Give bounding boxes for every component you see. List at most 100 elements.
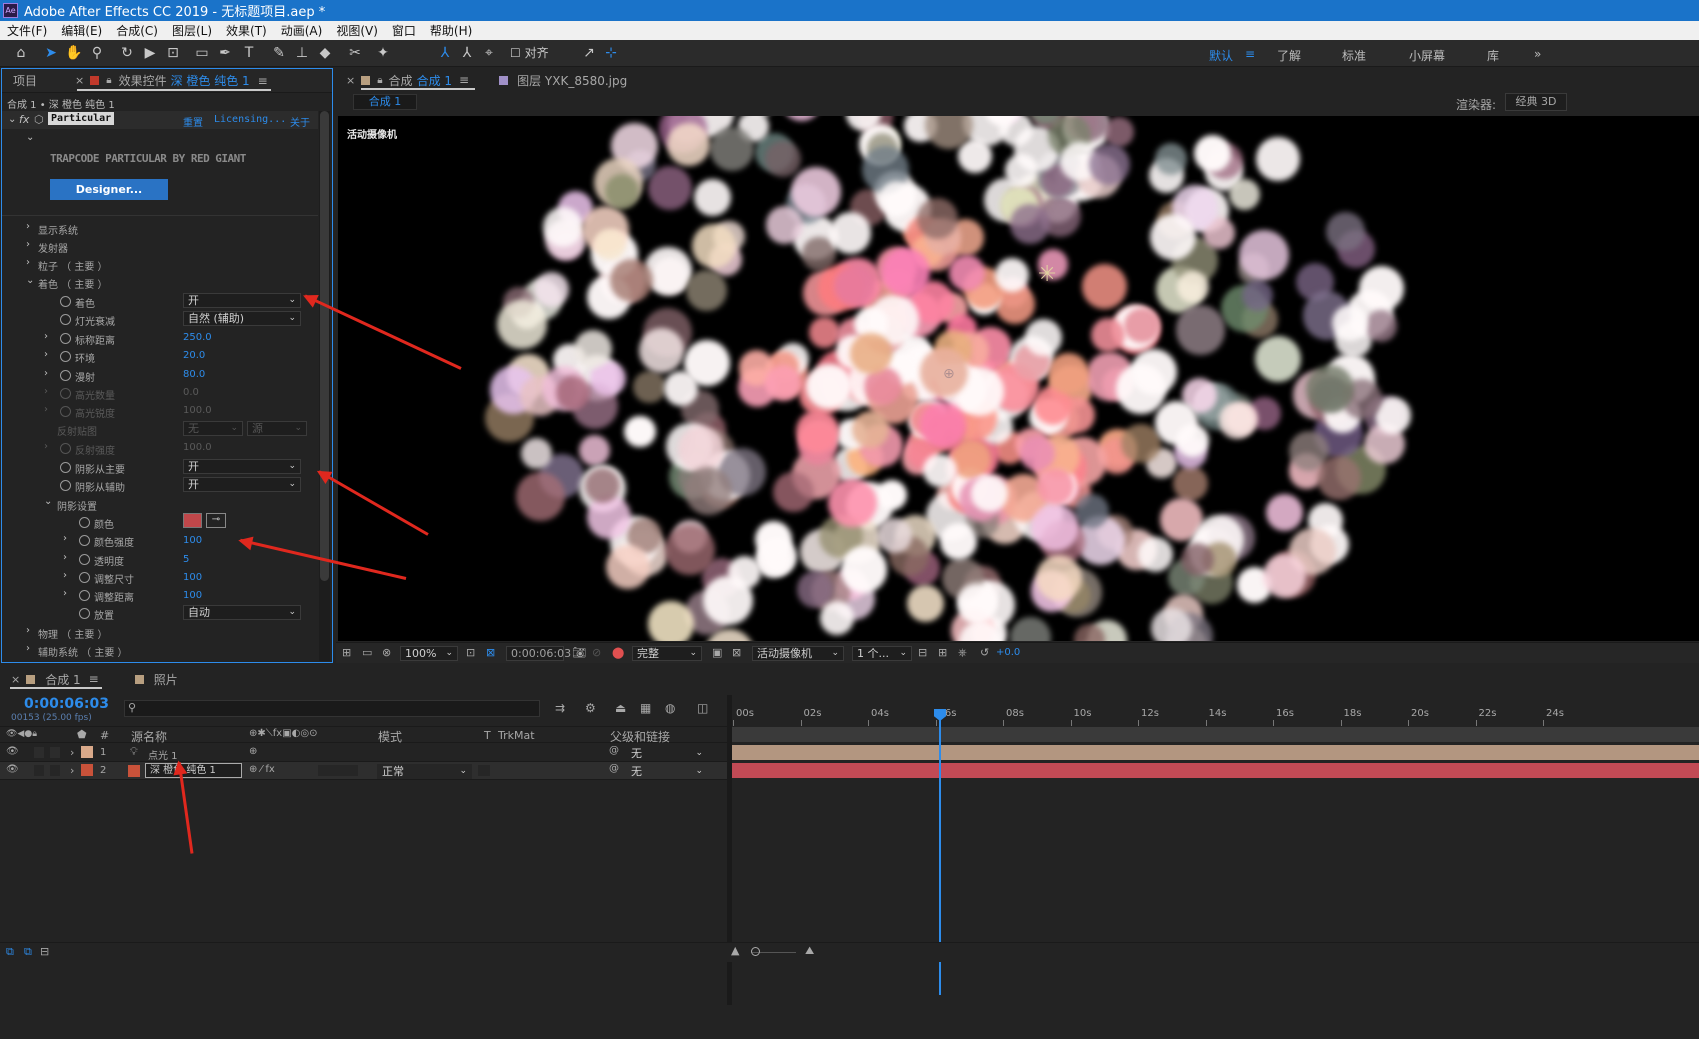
stopwatch-icon[interactable] — [60, 314, 71, 325]
expand-icon[interactable]: › — [63, 570, 67, 581]
snapshot-icon[interactable]: 📷︎ — [572, 646, 586, 659]
lock-icon[interactable]: 🔒︎ — [377, 75, 382, 86]
expand-icon[interactable]: › — [44, 349, 48, 360]
comp-navigator-tab[interactable]: 合成 1 — [353, 94, 417, 110]
tab-composition-name[interactable]: 合成 1 — [417, 72, 452, 89]
group-physics[interactable]: 物理 （ 主要 ） — [38, 626, 108, 641]
lock-icon[interactable]: 🔒︎ — [106, 75, 111, 86]
shadow-color-swatch[interactable] — [183, 513, 202, 528]
panel-menu-icon[interactable]: ≡ — [89, 672, 99, 686]
comp-mini-flowchart-icon[interactable]: ⇉ — [555, 701, 565, 715]
expand-icon[interactable]: › — [26, 643, 30, 654]
placement-dropdown[interactable]: 自动 ⌄ — [183, 605, 301, 620]
collapse-icon[interactable]: ⌄ — [44, 496, 52, 507]
stopwatch-icon[interactable] — [60, 480, 71, 491]
hand-tool-icon[interactable]: ✋ — [63, 43, 85, 63]
draft-3d-icon[interactable]: ⚙ — [585, 701, 596, 715]
stopwatch-icon[interactable] — [60, 370, 71, 381]
views-dropdown[interactable]: 1 个... ⌄ — [852, 646, 912, 661]
close-icon[interactable]: × — [75, 74, 84, 87]
preserve-transparency-switch[interactable] — [478, 765, 490, 776]
expand-icon[interactable]: › — [26, 239, 30, 250]
exposure-value[interactable]: +0.0 — [996, 647, 1020, 658]
scrollbar-thumb[interactable] — [320, 111, 329, 581]
header-source-name[interactable]: 源名称 — [131, 728, 167, 745]
tab-comp-1[interactable]: 合成 1 — [45, 671, 80, 688]
rotate-tool-icon[interactable]: ↻ — [116, 43, 138, 63]
camera-tool-icon[interactable]: ▶ — [139, 43, 161, 63]
blend-mode-dropdown[interactable]: 正常 ⌄ — [377, 764, 472, 779]
menu-animation[interactable]: 动画(A) — [274, 22, 330, 39]
menu-composition[interactable]: 合成(C) — [109, 22, 165, 39]
reset-exposure-icon[interactable]: ↺ — [980, 646, 989, 659]
ambient-value[interactable]: 20.0 — [183, 350, 205, 361]
menu-effect[interactable]: 效果(T) — [219, 22, 274, 39]
designer-button[interactable]: Designer... — [50, 179, 168, 200]
layer-name[interactable]: 点光 1 — [148, 747, 178, 762]
stopwatch-icon[interactable] — [60, 462, 71, 473]
label-color[interactable] — [81, 746, 93, 758]
group-particle[interactable]: 粒子 （ 主要 ） — [38, 258, 108, 273]
menu-view[interactable]: 视图(V) — [329, 22, 385, 39]
frame-blending-icon[interactable]: ▦ — [640, 701, 651, 715]
layer-bar-2[interactable] — [732, 763, 1699, 778]
expand-icon[interactable]: › — [70, 746, 74, 759]
menu-layer[interactable]: 图层(L) — [165, 22, 219, 39]
shy-icon[interactable]: ⏏ — [615, 701, 626, 715]
solo-switch[interactable] — [50, 747, 60, 758]
group-shading[interactable]: 着色 （ 主要 ） — [38, 276, 108, 291]
expand-icon[interactable]: › — [63, 533, 67, 544]
layer-switches-toggle-icon[interactable]: ⧉ — [6, 945, 14, 959]
snap-checkbox[interactable]: ☐ 对齐 — [510, 43, 560, 63]
timeline-icon[interactable]: ⊞ — [938, 646, 947, 659]
always-preview-icon[interactable]: ⊞ — [342, 646, 351, 659]
licensing-link[interactable]: Licensing... — [214, 114, 286, 125]
expand-icon[interactable]: › — [26, 257, 30, 268]
camera-view-dropdown[interactable]: 活动摄像机 ⌄ — [752, 646, 844, 661]
show-snapshot-icon[interactable]: ⊘ — [592, 646, 601, 659]
group-display-system[interactable]: 显示系统 — [38, 222, 78, 237]
shy-switch-icon[interactable]: ⊕ — [249, 746, 257, 757]
tab-project[interactable]: 项目 — [13, 72, 37, 89]
region-of-interest-icon[interactable]: ⊠ — [486, 646, 495, 659]
motion-blur-icon[interactable]: ◍ — [665, 701, 675, 715]
flowchart-icon[interactable]: ⎈ — [958, 646, 967, 660]
label-color[interactable] — [81, 764, 93, 776]
rectangle-tool-icon[interactable]: ▭ — [191, 43, 213, 63]
puppet-tool-icon[interactable]: ✦ — [372, 43, 394, 63]
tab-photo[interactable]: 照片 — [154, 671, 178, 688]
panel-menu-icon[interactable]: ≡ — [258, 74, 268, 88]
zoom-out-icon[interactable]: ▲ — [731, 944, 739, 957]
work-area-bar[interactable] — [732, 727, 1699, 742]
layer-search-input[interactable]: ⚲ — [124, 700, 540, 717]
pick-whip-icon[interactable]: @ — [609, 745, 619, 756]
effect-name[interactable]: Particular — [48, 112, 115, 125]
stopwatch-icon[interactable] — [79, 572, 90, 583]
shadowlet-aux-dropdown[interactable]: 开 ⌄ — [183, 477, 301, 492]
about-link[interactable]: 关于 — [290, 114, 310, 129]
zoom-dropdown[interactable]: 100% ⌄ — [400, 646, 458, 661]
workspace-default[interactable]: 默认 — [1209, 47, 1233, 64]
clone-stamp-tool-icon[interactable]: ⊥ — [291, 43, 313, 63]
collapse-icon[interactable]: ⌄ — [26, 275, 34, 286]
pan-behind-tool-icon[interactable]: ⊡ — [162, 43, 184, 63]
layer-name-field[interactable]: 深 橙色 纯色 1 — [145, 763, 242, 778]
visibility-eye-icon[interactable]: 👁︎ — [6, 764, 19, 775]
timecode-field[interactable]: 0:00:06:03 — [506, 646, 571, 661]
solo-switch[interactable] — [50, 765, 60, 776]
tab-layer[interactable]: 图层 YXK_8580.jpg — [517, 72, 627, 89]
reset-link[interactable]: 重置 — [183, 114, 203, 129]
comp-viewer[interactable]: 活动摄像机 ✳ ⊕ — [338, 116, 1699, 641]
visibility-eye-icon[interactable]: 👁︎ — [6, 746, 19, 757]
pen-tool-icon[interactable]: ✒ — [214, 43, 236, 63]
eraser-tool-icon[interactable]: ◆ — [314, 43, 336, 63]
graph-editor-icon[interactable]: ◫ — [697, 701, 708, 715]
zoom-tool-icon[interactable]: ⚲ — [86, 43, 108, 63]
world-axis-icon[interactable]: ⅄ — [456, 43, 478, 63]
expand-icon[interactable]: › — [44, 368, 48, 379]
modes-toggle-icon[interactable]: ⧉ — [24, 945, 32, 959]
light-falloff-dropdown[interactable]: 自然 (辅助) ⌄ — [183, 311, 301, 326]
stopwatch-icon[interactable] — [79, 517, 90, 528]
stopwatch-icon[interactable] — [60, 296, 71, 307]
current-timecode[interactable]: 0:00:06:03 — [24, 696, 109, 712]
